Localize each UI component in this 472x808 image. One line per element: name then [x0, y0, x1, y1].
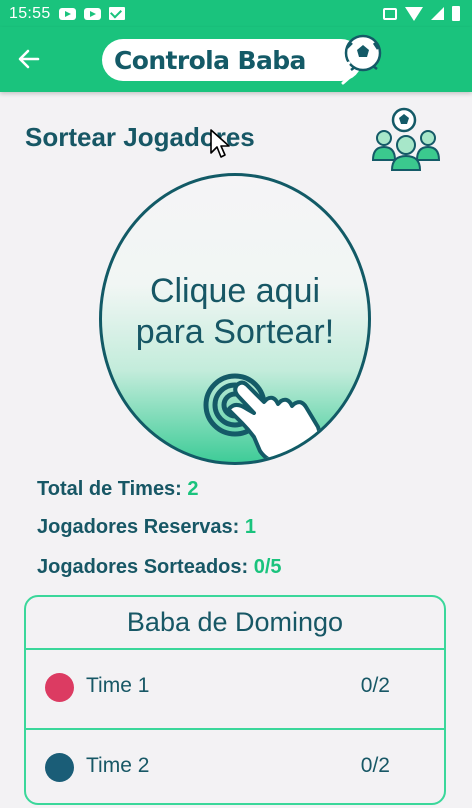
team-name: Time 2 [86, 754, 150, 777]
baba-card: Baba de Domingo Time 1 0/2 Time 2 0/2 [24, 595, 446, 805]
vibrate-icon [383, 7, 397, 20]
team-row[interactable]: Time 2 0/2 [26, 730, 444, 808]
draw-line-1: Clique aqui [149, 272, 321, 310]
logo-text: Controla Baba [114, 45, 306, 75]
youtube-icon [83, 7, 101, 20]
stat-sorteados-label: Jogadores Sorteados: [37, 556, 249, 578]
battery-icon [452, 6, 460, 21]
stat-reservas: Jogadores Reservas: 1 [37, 516, 256, 539]
draw-line-2: para Sortear! [135, 313, 335, 351]
app-logo: Controla Baba [102, 39, 362, 81]
stat-total-times: Total de Times: 2 [37, 478, 199, 501]
youtube-icon [58, 7, 76, 20]
signal-icon [431, 7, 444, 20]
team-count: 0/2 [360, 674, 390, 697]
team-count: 0/2 [360, 754, 390, 777]
team-name: Time 1 [86, 674, 150, 697]
draw-button-text: Clique aqui para Sortear! [102, 271, 368, 353]
stat-total-times-value: 2 [187, 478, 199, 500]
draw-button[interactable]: Clique aqui para Sortear! [99, 173, 371, 465]
status-bar: 15:55 [0, 0, 472, 27]
stat-sorteados: Jogadores Sorteados: 0/5 [37, 556, 282, 579]
team-color-dot [45, 673, 74, 702]
app-bar: Controla Baba [0, 27, 472, 92]
stat-sorteados-value: 0/5 [253, 556, 282, 578]
wifi-icon [405, 6, 423, 21]
baba-title: Baba de Domingo [126, 607, 344, 637]
stat-total-times-label: Total de Times: [37, 478, 182, 500]
stat-reservas-label: Jogadores Reservas: [37, 516, 240, 538]
arrow-left-icon [18, 49, 40, 69]
team-color-dot [45, 753, 74, 782]
team-row[interactable]: Time 1 0/2 [26, 650, 444, 728]
back-button[interactable] [12, 42, 46, 76]
status-left: 15:55 [9, 5, 125, 23]
status-time: 15:55 [9, 4, 51, 22]
stat-reservas-value: 1 [244, 516, 257, 538]
status-right [383, 6, 460, 21]
tap-hand-icon [203, 373, 322, 462]
gmail-icon [108, 7, 125, 20]
players-group-icon [371, 107, 441, 171]
mouse-cursor-icon [210, 129, 230, 158]
soccer-ball-icon [335, 34, 382, 85]
